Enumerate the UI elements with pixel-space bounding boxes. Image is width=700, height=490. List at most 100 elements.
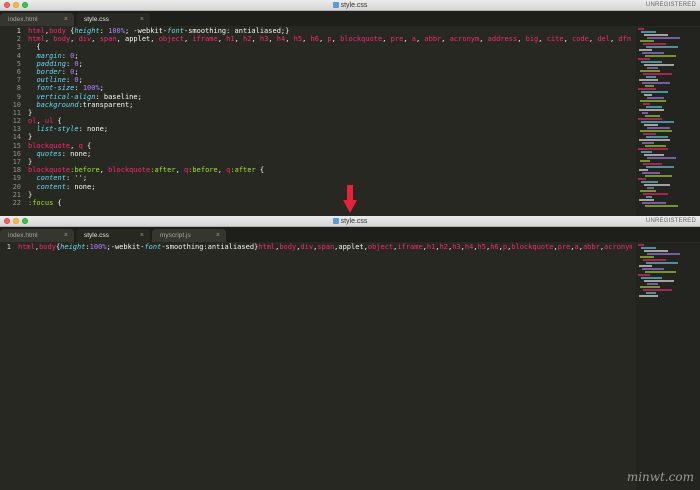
code-token: ,: [99, 166, 109, 175]
unregistered-label: UNREGISTERED: [645, 2, 696, 8]
minimap-line: [644, 184, 670, 186]
watermark: minwt.com: [626, 470, 694, 484]
code-line[interactable]: vertical-align: baseline;: [28, 93, 632, 101]
code-line[interactable]: }: [28, 109, 632, 117]
title-bar: style.css UNREGISTERED: [0, 216, 700, 227]
code-line[interactable]: list-style: none;: [28, 125, 632, 133]
line-number: 15: [12, 141, 21, 150]
code-token: ,: [175, 166, 184, 175]
code-token: 100%: [89, 243, 107, 251]
close-icon[interactable]: ×: [216, 229, 220, 242]
code-token: ,: [331, 35, 341, 44]
close-icon[interactable]: ×: [64, 13, 68, 26]
code-line[interactable]: content: none;: [28, 183, 632, 191]
minimap-line: [640, 130, 672, 132]
code-line[interactable]: padding: 0;: [28, 60, 632, 68]
code-token: h1: [226, 35, 235, 44]
code-area[interactable]: html,body {height: 100%; -webkit-font-sm…: [28, 27, 632, 207]
minimap-line: [638, 118, 662, 120]
code-token: padding: [36, 59, 66, 68]
code-line[interactable]: border: 0;: [28, 68, 632, 76]
code-token: blockquote: [108, 166, 151, 175]
line-number: 9: [16, 92, 21, 101]
minimap-line: [642, 172, 660, 174]
code-line[interactable]: outline: 0;: [28, 76, 632, 84]
css-file-icon: [332, 218, 339, 224]
code-line[interactable]: font-size: 100%;: [28, 84, 632, 92]
line-number: 14: [12, 133, 21, 142]
code-token: : none;: [65, 182, 96, 191]
code-token: ;-webkit-: [106, 243, 145, 251]
title-bar: style.css UNREGISTERED: [0, 0, 700, 11]
code-line[interactable]: }: [28, 158, 632, 166]
code-token: : baseline;: [95, 92, 142, 101]
close-icon[interactable]: ×: [64, 229, 68, 242]
minimap-line: [647, 157, 676, 159]
tab-index-html[interactable]: index.html ×: [0, 229, 74, 242]
code-area[interactable]: html,body{height:100%;-webkit-font-smoot…: [18, 243, 632, 251]
minimap-line: [644, 34, 668, 36]
code-token: {: [53, 198, 62, 207]
line-number: 20: [12, 182, 21, 191]
code-line[interactable]: }: [28, 133, 632, 141]
code-token: h6: [490, 243, 499, 251]
minimap[interactable]: [636, 243, 700, 490]
close-icon[interactable]: ×: [140, 13, 144, 26]
code-line[interactable]: {: [28, 43, 632, 51]
code-line[interactable]: }: [28, 191, 632, 199]
bottom-editor-window: style.css UNREGISTERED index.html × style…: [0, 216, 700, 490]
code-token: font: [144, 243, 162, 251]
line-number: 1: [16, 27, 21, 35]
code-token: pre: [557, 243, 571, 251]
code-line[interactable]: content: '';: [28, 174, 632, 182]
minimap-line: [643, 163, 662, 165]
minimap-line: [646, 196, 652, 198]
code-line[interactable]: :focus {: [28, 199, 632, 207]
code-line[interactable]: margin: 0;: [28, 52, 632, 60]
code-line[interactable]: html,body{height:100%;-webkit-font-smoot…: [18, 243, 632, 251]
close-icon[interactable]: ×: [140, 229, 144, 242]
line-number: 11: [12, 108, 21, 117]
minimap[interactable]: [636, 27, 700, 216]
code-token: margin: [36, 51, 62, 60]
code-token: acronym: [604, 243, 632, 251]
code-token: html: [28, 27, 45, 35]
code-line[interactable]: html,body {height: 100%; -webkit-font-sm…: [28, 27, 632, 35]
code-token: {: [82, 141, 92, 150]
code-token: :after: [230, 166, 256, 175]
code-line[interactable]: quotes: none;: [28, 150, 632, 158]
code-line[interactable]: background:transparent;: [28, 101, 632, 109]
code-token: ; -webkit-: [124, 27, 168, 35]
minimap-line: [645, 205, 678, 207]
minimap-line: [644, 64, 674, 66]
code-line[interactable]: html, body, div, span, applet, object, i…: [28, 35, 632, 43]
minimap-line: [640, 100, 666, 102]
line-number: 10: [12, 100, 21, 109]
tab-index-html[interactable]: index.html ×: [0, 13, 74, 26]
code-token: background: [36, 100, 79, 109]
minimap-line: [638, 148, 668, 150]
window-title: style.css: [0, 0, 700, 11]
minimap-line: [647, 127, 670, 129]
code-line[interactable]: ol, ul {: [28, 117, 632, 125]
code-token: ,: [563, 35, 573, 44]
code-line[interactable]: blockquote:before, blockquote:after, q:b…: [28, 166, 632, 174]
minimap-line: [638, 58, 650, 60]
code-token: content: [36, 182, 66, 191]
code-token: :: [61, 67, 71, 76]
tab-myscript-js[interactable]: myscript.js ×: [152, 229, 226, 242]
minimap-line: [643, 193, 668, 195]
minimap-line: [647, 67, 658, 69]
code-editor[interactable]: 1 html,body{height:100%;-webkit-font-smo…: [0, 243, 700, 490]
tab-style-css[interactable]: style.css ×: [76, 13, 150, 26]
code-line[interactable]: blockquote, q {: [28, 142, 632, 150]
code-token: :: [61, 51, 71, 60]
code-token: border: [36, 67, 62, 76]
tab-style-css[interactable]: style.css ×: [76, 229, 150, 242]
minimap-line: [639, 169, 648, 171]
minimap-line: [639, 199, 654, 201]
minimap-line: [638, 28, 644, 30]
code-token: 100%: [82, 84, 100, 93]
minimap-line: [640, 160, 650, 162]
down-arrow-icon: [343, 185, 357, 213]
